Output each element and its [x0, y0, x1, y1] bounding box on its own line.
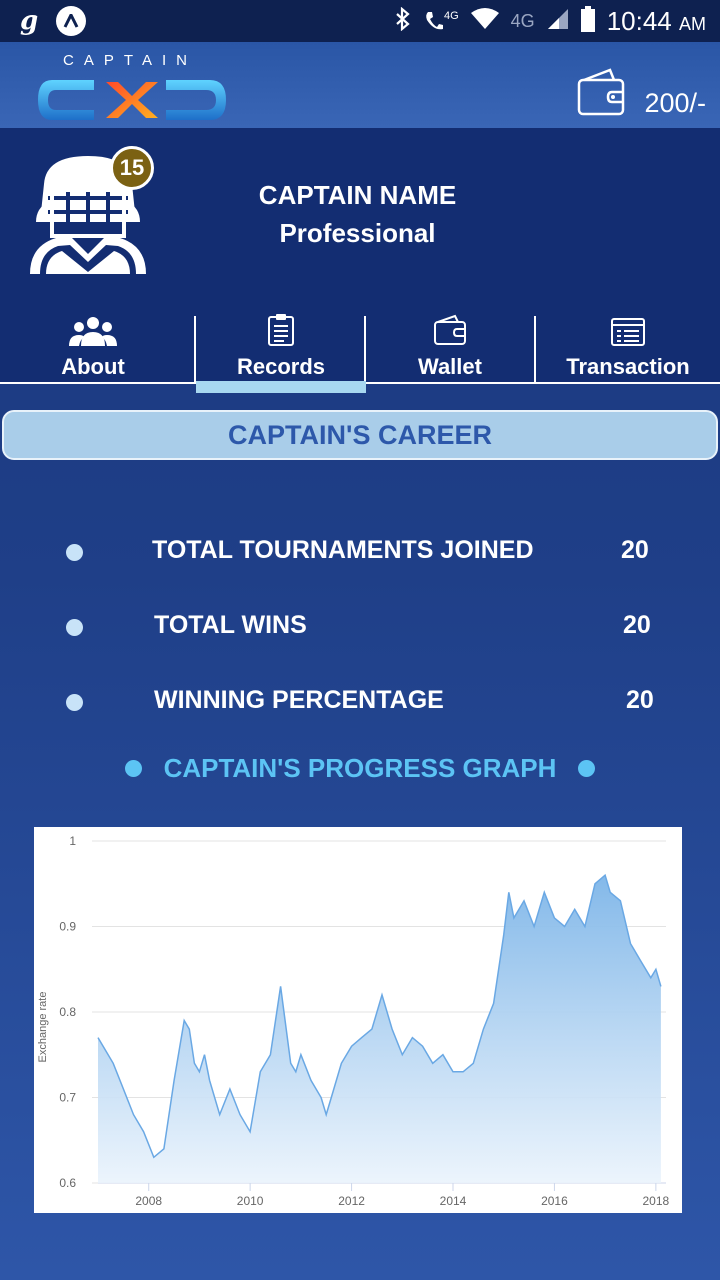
- x-tick-label: 2010: [237, 1194, 264, 1208]
- progress-graph-label: CAPTAIN'S PROGRESS GRAPH: [163, 752, 557, 783]
- bullet-icon: [66, 544, 83, 561]
- stat-value: 20: [626, 686, 654, 714]
- tab-transaction-label: Transaction: [566, 354, 690, 379]
- users-icon: [69, 316, 117, 352]
- time-value: 10:44: [606, 5, 672, 36]
- wallet-amount: 200/-: [644, 88, 706, 118]
- logo-text: CAPTAIN: [63, 52, 197, 69]
- y-tick-label: 0.8: [59, 1005, 76, 1019]
- bullet-icon: [124, 759, 142, 777]
- y-axis-label: Exchange rate: [37, 992, 49, 1063]
- app-header: CAPTAIN 200/-: [0, 42, 720, 128]
- stat-label: TOTAL WINS: [154, 611, 307, 639]
- bluetooth-icon: [394, 6, 412, 36]
- stat-label: TOTAL TOURNAMENTS JOINED: [152, 536, 534, 564]
- tab-bar: About Records Wallet Transaction: [0, 300, 720, 384]
- captain-level: Professional: [279, 218, 436, 248]
- y-tick-label: 0.9: [59, 920, 76, 934]
- x-tick-label: 2018: [643, 1194, 670, 1208]
- profile-section: 15 CAPTAIN NAME Professional: [0, 128, 720, 300]
- active-tab-indicator: [196, 381, 366, 393]
- stat-row: WINNING PERCENTAGE 20: [0, 682, 720, 722]
- stat-row: TOTAL WINS 20: [0, 607, 720, 647]
- captain-name: CAPTAIN NAME: [258, 180, 457, 210]
- status-time: 10:44 AM: [607, 6, 706, 37]
- tab-wallet-label: Wallet: [418, 354, 482, 379]
- bullet-icon: [578, 759, 596, 777]
- wallet-balance[interactable]: 200/-: [576, 66, 706, 123]
- stat-value: 20: [623, 611, 651, 639]
- stat-row: TOTAL TOURNAMENTS JOINED 20: [0, 532, 720, 572]
- y-tick-label: 1: [69, 834, 76, 848]
- bullet-icon: [66, 694, 83, 711]
- app-notification-icon: [56, 6, 87, 36]
- app-logo[interactable]: CAPTAIN: [34, 52, 230, 124]
- network-type-label: 4G: [443, 10, 459, 22]
- gmail-notification-icon: g: [20, 6, 39, 36]
- x-tick-label: 2016: [541, 1194, 568, 1208]
- network-type-secondary: 4G: [510, 10, 535, 31]
- stat-label: WINNING PERCENTAGE: [154, 686, 444, 714]
- tab-records-label: Records: [236, 354, 326, 379]
- tab-about[interactable]: About: [0, 314, 186, 380]
- progress-graph-title: CAPTAIN'S PROGRESS GRAPH: [0, 748, 720, 788]
- stat-value: 20: [621, 536, 649, 564]
- x-tick-label: 2014: [440, 1194, 467, 1208]
- receipt-icon: [611, 318, 645, 352]
- x-tick-label: 2008: [135, 1194, 162, 1208]
- tab-transaction[interactable]: Transaction: [536, 314, 720, 380]
- tab-wallet[interactable]: Wallet: [366, 314, 534, 380]
- y-tick-label: 0.6: [59, 1176, 76, 1190]
- career-header: CAPTAIN'S CAREER: [2, 410, 718, 460]
- status-bar: g 4G 4G 10:44 AM: [0, 0, 720, 42]
- progress-chart: 0.6 0.7 0.8 0.9 1 2008 2010 2012 2014 2016 2018 E…: [34, 827, 682, 1213]
- level-badge: 15: [110, 146, 154, 190]
- progress-chart-svg: 0.6 0.7 0.8 0.9 1 2008 2010 2012 2014 2016 2018 E…: [37, 834, 670, 1208]
- tab-about-label: About: [61, 354, 125, 379]
- x-tick-label: 2012: [338, 1194, 365, 1208]
- tab-records[interactable]: Records: [196, 314, 366, 380]
- bullet-icon: [66, 619, 83, 636]
- signal-icon: [547, 8, 569, 35]
- wallet-icon: [433, 314, 467, 352]
- battery-icon: [580, 5, 595, 37]
- y-tick-label: 0.7: [59, 1091, 76, 1105]
- clipboard-icon: [267, 314, 295, 352]
- call-icon: 4G: [424, 10, 459, 32]
- wifi-icon: [470, 7, 499, 35]
- time-ampm: AM: [679, 13, 706, 34]
- wallet-icon: [576, 66, 628, 123]
